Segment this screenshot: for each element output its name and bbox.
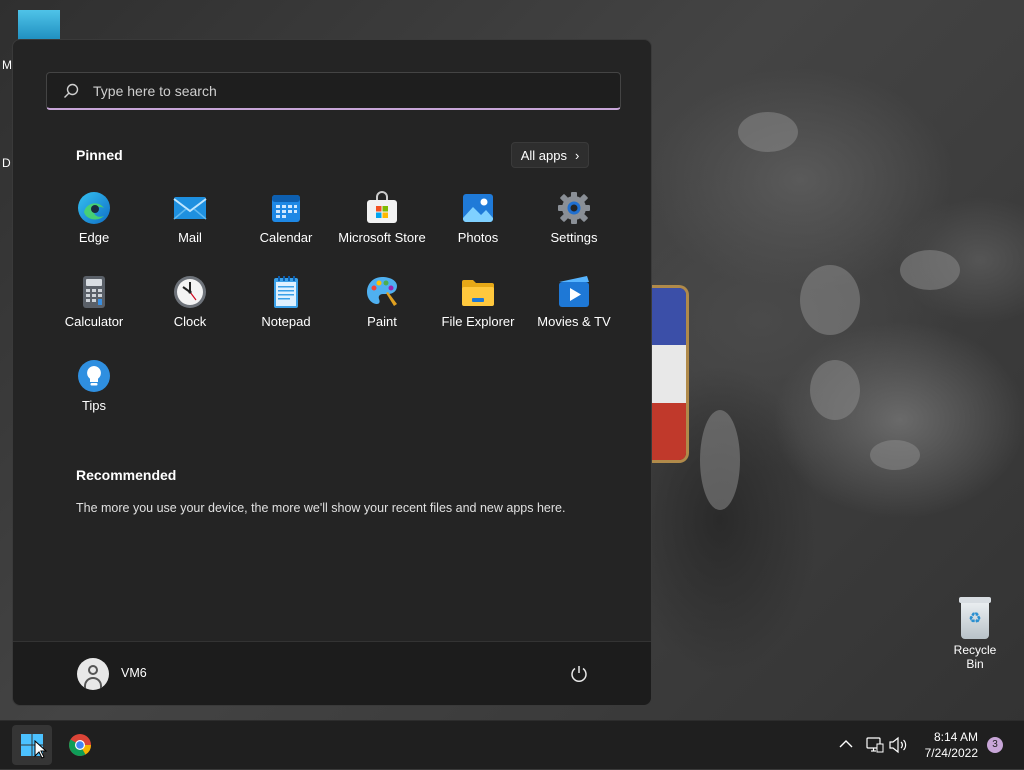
pinned-app-calendar[interactable]: Calendar [238,182,334,252]
app-label: Clock [173,314,207,329]
speaker-icon [889,736,907,754]
pinned-app-clock[interactable]: Clock [142,266,238,336]
wallpaper-blob [810,360,860,420]
clock-icon [172,274,208,310]
mouse-cursor-icon [34,740,48,759]
recycle-bin-desktop-icon[interactable]: ♻ Recycle Bin [944,597,1006,671]
pinned-app-mail[interactable]: Mail [142,182,238,252]
edge-icon [76,190,112,226]
mail-icon [172,190,208,226]
pinned-app-microsoft-store[interactable]: Microsoft Store [334,182,430,252]
wallpaper-blob [700,410,740,510]
app-label: Mail [178,230,202,245]
user-account-button[interactable]: VM6 [69,650,209,696]
folder-icon [460,274,496,310]
app-label: Edge [78,230,110,245]
chevron-up-icon [839,740,853,748]
pinned-heading: Pinned [76,147,123,163]
app-label: Tips [81,398,107,413]
calculator-icon [76,274,112,310]
app-label: Calculator [64,314,124,329]
notification-badge[interactable]: 3 [987,737,1003,753]
taskbar: 8:14 AM 7/24/2022 3 [0,720,1024,769]
wallpaper-blob [900,250,960,290]
all-apps-button[interactable]: All apps › [511,142,589,168]
paint-palette-icon [364,274,400,310]
app-label: Paint [367,314,397,329]
network-icon [866,737,884,753]
user-name: VM6 [121,666,147,680]
recycle-bin-icon: ♻ [957,597,993,639]
show-hidden-icons-button[interactable] [836,735,856,755]
film-play-icon [556,274,592,310]
search-input[interactable] [91,74,620,107]
network-button[interactable] [864,735,884,755]
photos-icon [460,190,496,226]
flag-patch [652,285,689,463]
chevron-right-icon: › [574,147,580,163]
app-label: Photos [457,230,499,245]
search-icon [63,83,79,99]
pinned-app-calculator[interactable]: Calculator [46,266,142,336]
gear-icon [556,190,592,226]
lightbulb-icon [76,358,112,394]
pinned-app-photos[interactable]: Photos [430,182,526,252]
app-label: Microsoft Store [338,230,426,245]
app-label: Calendar [259,230,313,245]
clock-date-button[interactable]: 8:14 AM 7/24/2022 [912,729,978,761]
power-button[interactable] [568,663,590,685]
app-label: Settings [550,230,598,245]
recommended-empty-message: The more you use your device, the more w… [76,501,566,515]
pinned-app-file-explorer[interactable]: File Explorer [430,266,526,336]
pinned-app-settings[interactable]: Settings [526,182,622,252]
volume-button[interactable] [888,735,908,755]
calendar-icon [268,190,304,226]
wallpaper-blob [800,265,860,335]
avatar [77,658,109,690]
clock-time: 8:14 AM [933,730,978,744]
recycle-bin-label: Recycle Bin [953,643,997,671]
pinned-app-notepad[interactable]: Notepad [238,266,334,336]
store-icon [364,190,400,226]
app-label: File Explorer [441,314,515,329]
app-label: Notepad [261,314,311,329]
clock-date: 7/24/2022 [924,746,978,760]
wallpaper-blob [738,112,798,152]
chrome-taskbar-button[interactable] [60,725,100,765]
wallpaper-blob [870,440,920,470]
desktop-icon-label-partial: D [2,156,11,170]
desktop-icon-label-partial: M [2,58,12,72]
search-box[interactable] [46,72,621,110]
chrome-icon [69,734,91,756]
app-label: Movies & TV [537,314,611,329]
pinned-app-edge[interactable]: Edge [46,182,142,252]
pinned-app-tips[interactable]: Tips [46,350,142,420]
recommended-heading: Recommended [76,467,177,483]
notepad-icon [268,274,304,310]
pinned-app-movies-tv[interactable]: Movies & TV [526,266,622,336]
start-menu: Pinned All apps › Edge Mail Calendar Mic… [12,39,652,706]
all-apps-label: All apps [520,147,567,163]
power-icon [571,666,587,682]
desktop-monitor-icon[interactable] [18,10,60,40]
pinned-app-paint[interactable]: Paint [334,266,430,336]
start-menu-footer: VM6 [13,641,651,705]
